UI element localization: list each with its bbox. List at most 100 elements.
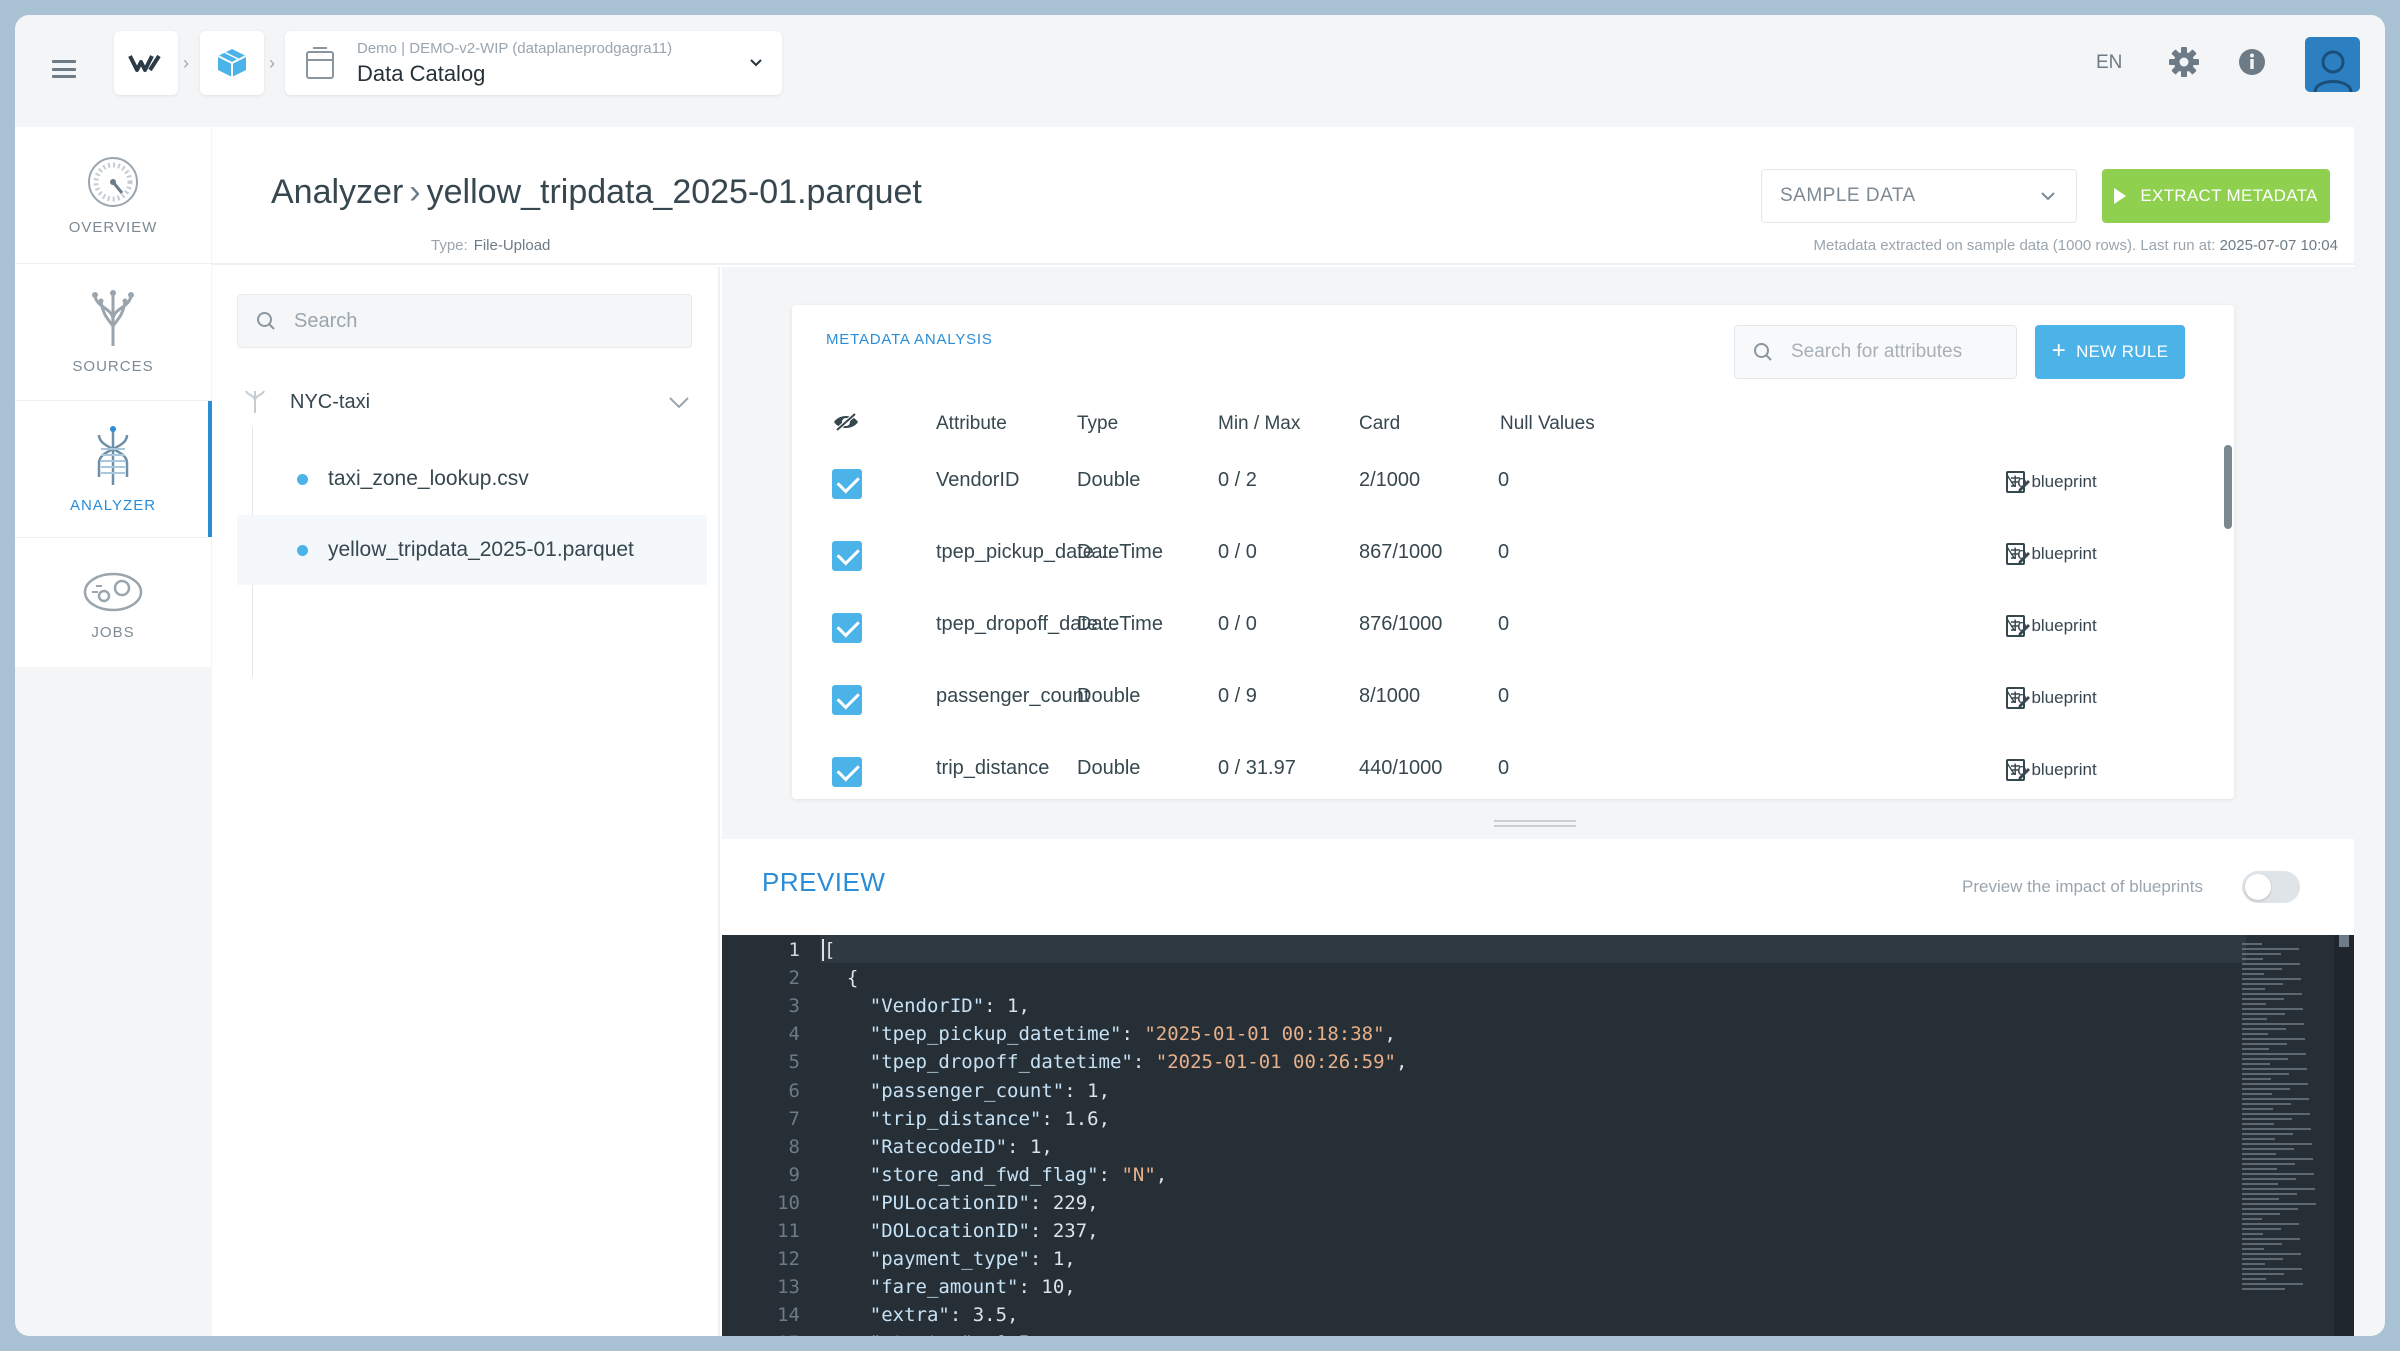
blueprint-link[interactable]: No blueprint — [2005, 613, 2097, 639]
tree-root-nyc-taxi[interactable]: NYC-taxi — [242, 377, 692, 427]
code-editor[interactable]: 123456789101112131415 [ { "VendorID": 1,… — [722, 935, 2354, 1336]
nav-analyzer[interactable]: ANALYZER — [15, 401, 211, 537]
scrollbar[interactable] — [2224, 445, 2232, 529]
minimap-line — [2242, 1288, 2285, 1290]
resize-handle[interactable] — [1494, 820, 1576, 829]
row-checkbox[interactable] — [832, 613, 862, 643]
json-key: "fare_amount" — [869, 1276, 1019, 1299]
minimap-line — [2242, 1188, 2315, 1190]
project-button[interactable] — [200, 31, 264, 95]
minimap-line — [2242, 1028, 2286, 1030]
metadata-title: METADATA ANALYSIS — [826, 331, 993, 348]
search-icon — [1754, 343, 1772, 361]
line-number: 9 — [788, 1163, 800, 1186]
menu-icon[interactable] — [52, 60, 76, 78]
nav-label: JOBS — [91, 623, 135, 641]
json-value: 10, — [1041, 1276, 1076, 1299]
tree-item-label: taxi_zone_lookup.csv — [328, 467, 529, 490]
line-number: 7 — [788, 1107, 800, 1130]
table-row[interactable]: VendorID Double 0 / 2 2/1000 0 No blueprint — [792, 445, 2234, 517]
nav-sources[interactable]: SOURCES — [15, 264, 211, 400]
minimap-line — [2242, 998, 2284, 1000]
row-checkbox[interactable] — [832, 541, 862, 571]
database-icon — [306, 47, 334, 79]
text-cursor — [822, 939, 824, 961]
play-icon — [2114, 188, 2127, 204]
minimap-line — [2242, 1083, 2308, 1085]
table-row[interactable]: tpep_pickup_date… DateTime 0 / 0 867/1000 0 N… — [792, 517, 2234, 589]
eye-slash-icon[interactable] — [832, 411, 860, 433]
info-icon[interactable] — [2237, 47, 2267, 77]
row-checkbox[interactable] — [832, 757, 862, 787]
breadcrumb-analyzer[interactable]: Analyzer — [271, 173, 403, 211]
table-row[interactable]: passenger_count Double 0 / 9 8/1000 0 No blue… — [792, 661, 2234, 733]
main-panel: Analyzer › yellow_tripdata_2025-01.parquet… — [212, 127, 2354, 1336]
minimap-line — [2242, 1168, 2277, 1170]
table-row[interactable]: trip_distance Double 0 / 31.97 440/1000 0 No … — [792, 733, 2234, 799]
blueprint-impact-toggle[interactable] — [2242, 871, 2300, 903]
cell-attribute: VendorID — [936, 469, 1020, 491]
blueprint-link[interactable]: No blueprint — [2005, 757, 2097, 783]
minimap-line — [2242, 988, 2265, 990]
page-header: Analyzer › yellow_tripdata_2025-01.parquet… — [212, 127, 2354, 265]
active-line-highlight — [820, 935, 2246, 963]
blueprint-link[interactable]: No blueprint — [2005, 541, 2097, 567]
minimap-line — [2242, 1208, 2298, 1210]
user-icon — [2313, 50, 2352, 92]
catalog-title: Data Catalog — [357, 60, 486, 86]
extract-metadata-button[interactable]: EXTRACT METADATA — [2102, 169, 2330, 223]
tree-item[interactable]: yellow_tripdata_2025-01.parquet — [237, 515, 707, 585]
metadata-note: Metadata extracted on sample data (1000 … — [1814, 237, 2339, 254]
line-number: 8 — [788, 1135, 800, 1158]
attribute-search-input[interactable] — [1791, 341, 2011, 363]
minimap-line — [2242, 983, 2283, 985]
json-value: 1, — [1052, 1248, 1076, 1271]
avatar[interactable] — [2305, 37, 2360, 92]
sample-data-select[interactable]: SAMPLE DATA — [1761, 169, 2077, 223]
minimap-line — [2242, 1138, 2275, 1140]
minimap-line — [2242, 1233, 2263, 1235]
logo-button[interactable] — [114, 31, 178, 95]
minimap-line — [2242, 1073, 2289, 1075]
new-rule-button[interactable]: + NEW RULE — [2035, 325, 2185, 379]
minimap-line — [2242, 1163, 2295, 1165]
line-number: 11 — [777, 1220, 800, 1242]
file-dot-icon — [297, 473, 308, 485]
catalog-selector[interactable]: Demo | DEMO-v2-WIP (dataplaneprodgagra11… — [285, 31, 782, 95]
tree-search-input[interactable] — [294, 309, 674, 333]
editor-scrollbar[interactable] — [2334, 935, 2354, 1336]
blueprint-link[interactable]: No blueprint — [2005, 685, 2097, 711]
minimap-line — [2242, 978, 2301, 980]
tree-item[interactable]: taxi_zone_lookup.csv — [237, 444, 707, 514]
json-key: "tpep_dropoff_datetime" — [869, 1051, 1133, 1074]
nav-overview[interactable]: OVERVIEW — [15, 127, 211, 263]
minimap-line — [2242, 1173, 2314, 1175]
cell-attribute: trip_distance — [936, 757, 1050, 779]
json-key: "RatecodeID" — [869, 1135, 1008, 1158]
blueprint-label: No blueprint — [2005, 688, 2097, 707]
minimap-line — [2242, 1238, 2300, 1240]
blueprint-label: No blueprint — [2005, 616, 2097, 635]
minimap[interactable] — [2242, 943, 2322, 1333]
table-row[interactable]: tpep_dropoff_date… DateTime 0 / 0 876/1000 0… — [792, 589, 2234, 661]
minimap-line — [2242, 1043, 2287, 1045]
code-line: "PULocationID": 229, — [869, 1191, 1099, 1214]
row-checkbox[interactable] — [832, 469, 862, 499]
nav-label: OVERVIEW — [68, 218, 158, 236]
chevron-down-icon[interactable] — [666, 389, 692, 415]
row-checkbox[interactable] — [832, 685, 862, 715]
json-key: "PULocationID" — [869, 1191, 1030, 1214]
minimap-line — [2242, 1283, 2303, 1285]
cell-type: Double — [1077, 757, 1141, 779]
nav-jobs[interactable]: JOBS — [15, 537, 211, 673]
tree-search[interactable] — [237, 294, 692, 348]
gear-icon[interactable] — [2167, 45, 2201, 79]
minimap-line — [2242, 1103, 2291, 1105]
cell-nulls: 0 — [1498, 757, 1510, 779]
attribute-search[interactable] — [1734, 325, 2017, 379]
minimap-line — [2242, 943, 2262, 945]
blueprint-label: No blueprint — [2005, 544, 2097, 563]
minimap-line — [2242, 1223, 2299, 1225]
language-selector[interactable]: EN — [2096, 52, 2122, 74]
blueprint-link[interactable]: No blueprint — [2005, 469, 2097, 495]
